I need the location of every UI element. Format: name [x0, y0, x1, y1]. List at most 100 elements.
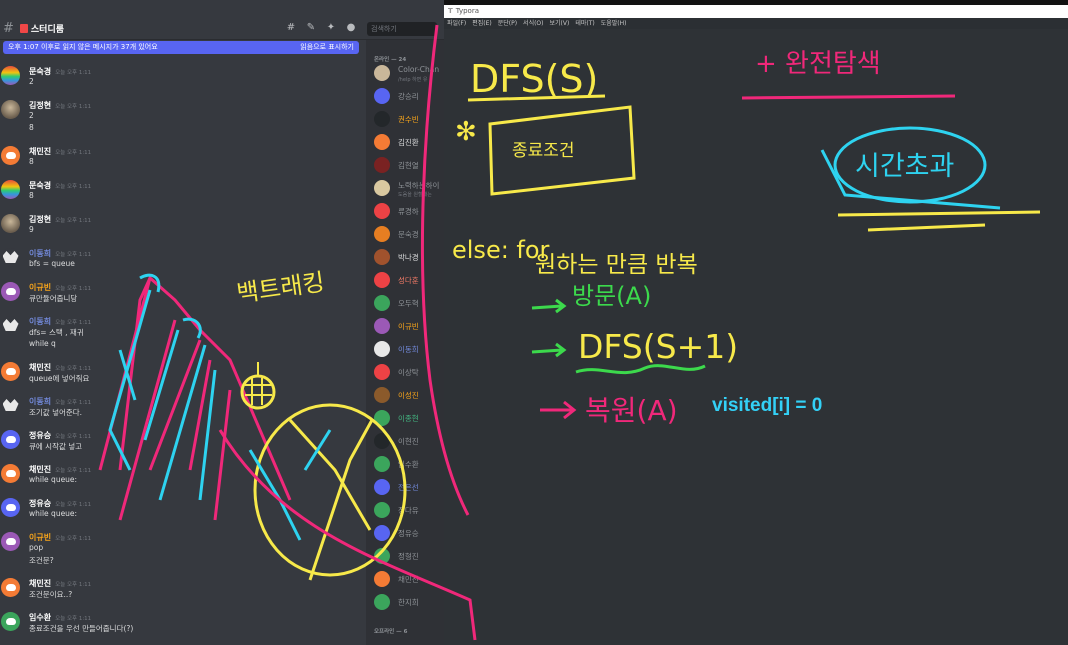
avatar[interactable]	[1, 362, 20, 381]
message-author[interactable]: 채민진 오늘 오후 1:11	[29, 146, 91, 157]
author-name[interactable]: 채민진	[29, 363, 51, 372]
member-item[interactable]: 김현열	[374, 157, 444, 175]
member-item[interactable]: 이현진	[374, 433, 444, 451]
unread-banner[interactable]: 오후 1:07 이후로 읽지 않은 메시지가 37개 있어요 읽음으로 표시하기	[3, 41, 359, 54]
message-author[interactable]: 이규빈 오늘 오후 1:11	[29, 282, 91, 293]
message-author[interactable]: 정유승 오늘 오후 1:11	[29, 498, 91, 509]
avatar[interactable]	[1, 66, 20, 85]
avatar[interactable]	[1, 100, 20, 119]
member-list-icon[interactable]: ●	[345, 22, 357, 34]
avatar[interactable]	[1, 498, 20, 517]
member-name[interactable]: 이상탁	[398, 367, 419, 378]
member-avatar[interactable]	[374, 364, 390, 380]
author-name[interactable]: 채민진	[29, 579, 51, 588]
member-name[interactable]: 성다훈	[398, 275, 419, 286]
avatar[interactable]	[1, 464, 20, 483]
message-author[interactable]: 김정현 오늘 오후 1:11	[29, 214, 91, 225]
avatar[interactable]	[1, 430, 20, 449]
member-name[interactable]: 이규빈	[398, 321, 419, 332]
menu-item[interactable]: 테마(T)	[575, 18, 594, 29]
author-name[interactable]: 김정현	[29, 215, 51, 224]
search-input[interactable]: 검색하기	[367, 22, 437, 36]
member-avatar[interactable]	[374, 433, 390, 449]
author-name[interactable]: 문숙경	[29, 67, 51, 76]
member-name[interactable]: 노력하는하이	[398, 180, 439, 191]
author-name[interactable]: 정유승	[29, 431, 51, 440]
member-avatar[interactable]	[374, 502, 390, 518]
member-name[interactable]: 김현열	[398, 160, 419, 171]
member-name[interactable]: 류경하	[398, 206, 419, 217]
member-avatar[interactable]	[374, 410, 390, 426]
message-author[interactable]: 채민진 오늘 오후 1:11	[29, 362, 91, 373]
member-name[interactable]: 채민진	[398, 574, 419, 585]
member-item[interactable]: 김진환	[374, 134, 444, 152]
message-author[interactable]: 문숙경 오늘 오후 1:11	[29, 180, 91, 191]
member-avatar[interactable]	[374, 548, 390, 564]
member-avatar[interactable]	[374, 295, 390, 311]
author-name[interactable]: 임수환	[29, 613, 51, 622]
author-name[interactable]: 이동희	[29, 397, 51, 406]
member-avatar[interactable]	[374, 65, 390, 81]
member-item[interactable]: 문숙경	[374, 226, 444, 244]
member-avatar[interactable]	[374, 134, 390, 150]
author-name[interactable]: 이동희	[29, 249, 51, 258]
member-avatar[interactable]	[374, 249, 390, 265]
member-item[interactable]: 성다훈	[374, 272, 444, 290]
member-name[interactable]: 강승리	[398, 91, 419, 102]
member-name[interactable]: 정형진	[398, 551, 419, 562]
avatar[interactable]	[1, 248, 20, 267]
author-name[interactable]: 이규빈	[29, 533, 51, 542]
member-item[interactable]: 한지희	[374, 594, 444, 612]
mark-read-button[interactable]: 읽음으로 표시하기	[300, 43, 354, 52]
message-author[interactable]: 채민진 오늘 오후 1:11	[29, 464, 91, 475]
message-author[interactable]: 문숙경 오늘 오후 1:11	[29, 66, 91, 77]
menu-item[interactable]: 보기(V)	[550, 18, 570, 29]
member-name[interactable]: 이동희	[398, 344, 419, 355]
member-item[interactable]: 박나경	[374, 249, 444, 267]
member-avatar[interactable]	[374, 88, 390, 104]
menu-item[interactable]: 문단(P)	[498, 18, 517, 29]
member-name[interactable]: 오두혁	[398, 298, 419, 309]
author-name[interactable]: 김정현	[29, 101, 51, 110]
member-item[interactable]: 이규빈	[374, 318, 444, 336]
member-avatar[interactable]	[374, 203, 390, 219]
member-avatar[interactable]	[374, 525, 390, 541]
notification-bell-icon[interactable]: ✎	[305, 22, 317, 34]
author-name[interactable]: 이규빈	[29, 283, 51, 292]
member-name[interactable]: 이성진	[398, 390, 419, 401]
member-name[interactable]: 정다유	[398, 505, 419, 516]
menu-item[interactable]: 편집(E)	[472, 18, 492, 29]
message-author[interactable]: 이규빈 오늘 오후 1:11	[29, 532, 91, 543]
member-name[interactable]: 전은선	[398, 482, 419, 493]
member-item[interactable]: 채민진	[374, 571, 444, 589]
member-item[interactable]: 정다유	[374, 502, 444, 520]
member-item[interactable]: Color-Chan/help 하면 유	[374, 65, 444, 83]
message-author[interactable]: 정유승 오늘 오후 1:11	[29, 430, 91, 441]
author-name[interactable]: 문숙경	[29, 181, 51, 190]
member-item[interactable]: 이동희	[374, 341, 444, 359]
author-name[interactable]: 정유승	[29, 499, 51, 508]
member-item[interactable]: 임수환	[374, 456, 444, 474]
message-author[interactable]: 이동희 오늘 오후 1:11	[29, 396, 91, 407]
member-item[interactable]: 이종현	[374, 410, 444, 428]
menu-item[interactable]: 서식(O)	[523, 18, 543, 29]
avatar[interactable]	[1, 532, 20, 551]
avatar[interactable]	[1, 578, 20, 597]
member-item[interactable]: 정유승	[374, 525, 444, 543]
author-name[interactable]: 채민진	[29, 147, 51, 156]
member-name[interactable]: Color-Chan	[398, 65, 439, 74]
member-item[interactable]: 노력하는하이 도움을 원할때는	[374, 180, 444, 198]
pin-icon[interactable]: ✦	[325, 22, 337, 34]
message-author[interactable]: 이동희 오늘 오후 1:11	[29, 248, 91, 259]
message-author[interactable]: 채민진 오늘 오후 1:11	[29, 578, 91, 589]
avatar[interactable]	[1, 146, 20, 165]
author-name[interactable]: 이동희	[29, 317, 51, 326]
member-avatar[interactable]	[374, 180, 390, 196]
member-avatar[interactable]	[374, 272, 390, 288]
member-item[interactable]: 권수빈	[374, 111, 444, 129]
member-item[interactable]: 강승리	[374, 88, 444, 106]
member-name[interactable]: 이종현	[398, 413, 419, 424]
member-avatar[interactable]	[374, 341, 390, 357]
member-name[interactable]: 김진환	[398, 137, 419, 148]
member-item[interactable]: 류경하	[374, 203, 444, 221]
